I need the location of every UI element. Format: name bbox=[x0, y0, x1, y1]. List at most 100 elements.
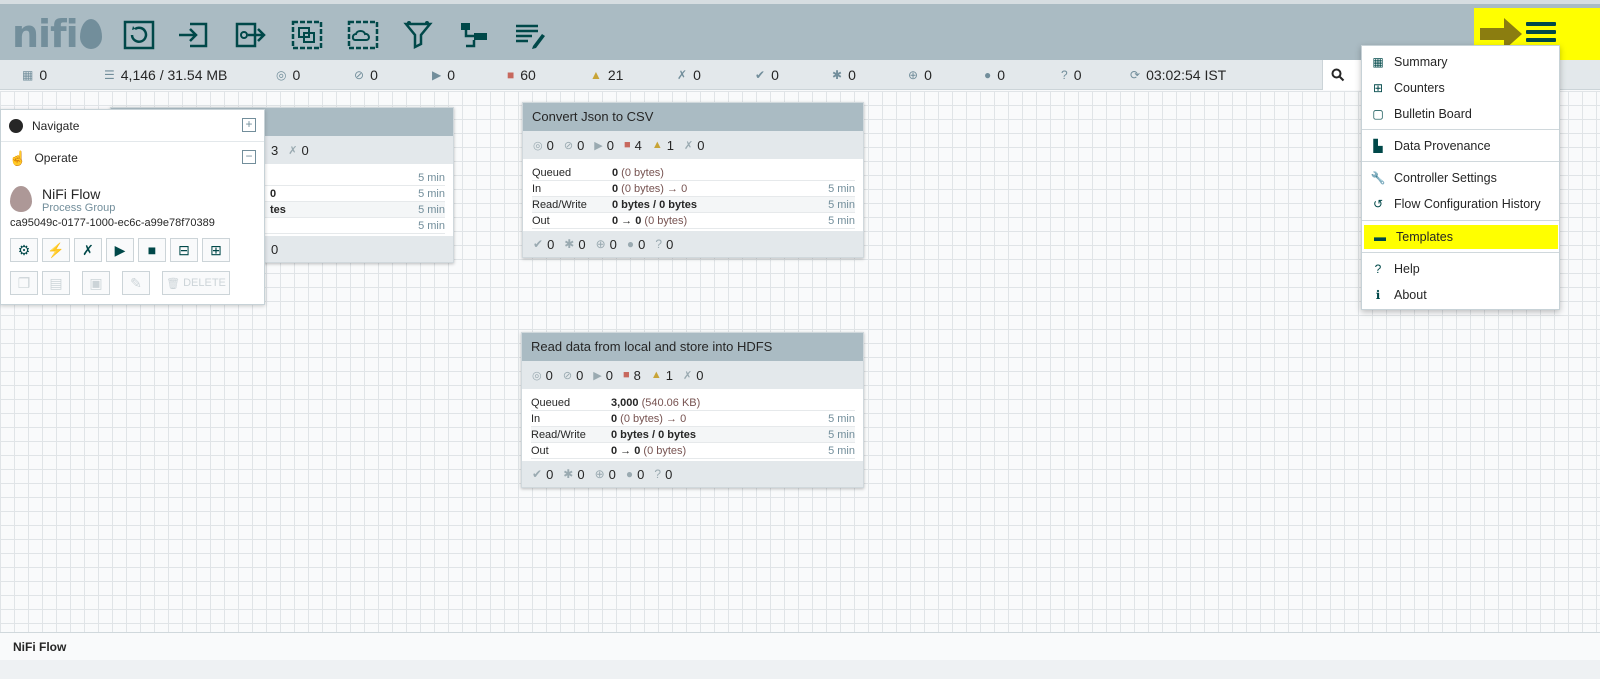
transmitting-icon: ◎ bbox=[533, 139, 543, 152]
menu-separator bbox=[1362, 252, 1559, 253]
output-port-icon[interactable] bbox=[232, 18, 268, 52]
stop-button[interactable]: ■ bbox=[138, 238, 166, 262]
stat-time: 5 min bbox=[418, 219, 445, 232]
stat-value: 0 → 0 bbox=[612, 214, 642, 227]
input-port-icon[interactable] bbox=[175, 18, 211, 52]
locally-modified-icon: ✱ bbox=[564, 237, 575, 251]
stat-label: Out bbox=[531, 444, 549, 457]
stopped-icon: ■ bbox=[624, 139, 631, 151]
process-group-icon[interactable] bbox=[289, 18, 325, 52]
expand-icon[interactable]: + bbox=[242, 118, 256, 132]
group-button[interactable]: ▣ bbox=[82, 271, 110, 295]
search-button[interactable] bbox=[1322, 60, 1362, 90]
configure-button[interactable]: ⚙ bbox=[10, 238, 38, 262]
menu-item-templates[interactable]: ▬ Templates bbox=[1364, 225, 1558, 249]
locally-modified-count: 0 bbox=[577, 466, 585, 482]
stopped-icon: ■ bbox=[507, 68, 515, 82]
disable-button[interactable]: ✗ bbox=[74, 238, 102, 262]
provenance-icon: ▙ bbox=[1373, 139, 1383, 153]
top-header: nifi bbox=[0, 0, 1600, 60]
up-to-date-count: 0 bbox=[546, 466, 554, 482]
stat-label: In bbox=[532, 182, 542, 195]
menu-item-about[interactable]: ℹ About bbox=[1362, 283, 1559, 307]
refresh-icon[interactable]: ⟳ bbox=[1130, 68, 1140, 82]
template-icon[interactable] bbox=[456, 18, 492, 52]
stat-time: 5 min bbox=[418, 203, 445, 216]
invalid-count: 1 bbox=[665, 367, 674, 383]
locally-modified-count: 0 bbox=[578, 236, 586, 252]
stat-time: 5 min bbox=[418, 187, 445, 200]
queued-icon: ☰ bbox=[104, 68, 115, 82]
unknown-icon: ? bbox=[1061, 68, 1068, 82]
delete-button[interactable]: 🗑 DELETE bbox=[162, 271, 230, 295]
sync-failure-icon: ● bbox=[626, 237, 635, 251]
process-group-footer: ✔ 0 ✱ 0 ⊕ 0 ● 0 ? 0 bbox=[522, 461, 863, 487]
sync-failure-count: 0 bbox=[637, 466, 645, 482]
not-transmitting-icon: ⊘ bbox=[563, 139, 574, 152]
start-button[interactable]: ▶ bbox=[106, 238, 134, 262]
menu-item-counters[interactable]: ⊞ Counters bbox=[1362, 76, 1559, 100]
sync-failure-count: 0 bbox=[638, 236, 646, 252]
menu-item-data-provenance[interactable]: ▙ Data Provenance bbox=[1362, 134, 1559, 158]
transmitting-icon: ◎ bbox=[532, 369, 542, 382]
invalid-count: 3 bbox=[271, 142, 279, 158]
locally-modified-count: 0 bbox=[848, 67, 856, 83]
operate-section-header[interactable]: ☝ Operate − bbox=[1, 142, 264, 174]
running-count: 0 bbox=[605, 367, 613, 383]
paste-button[interactable]: ▤ bbox=[42, 271, 70, 295]
menu-item-flow-configuration-history[interactable]: ↺ Flow Configuration History bbox=[1362, 192, 1559, 216]
locally-modified-icon: ✱ bbox=[563, 467, 574, 481]
menu-item-help[interactable]: ? Help bbox=[1362, 257, 1559, 281]
sync-failure-count: 0 bbox=[997, 67, 1006, 83]
funnel-icon[interactable] bbox=[400, 18, 436, 52]
running-icon: ▶ bbox=[593, 369, 602, 382]
unknown-icon: ? bbox=[655, 237, 663, 251]
stat-time: 5 min bbox=[828, 428, 855, 441]
stat-time: 5 min bbox=[828, 198, 855, 211]
remote-process-group-icon[interactable] bbox=[345, 18, 381, 52]
running-icon: ▶ bbox=[432, 68, 442, 82]
menu-item-label: About bbox=[1394, 288, 1427, 302]
stat-label: Read/Write bbox=[531, 428, 586, 441]
upload-template-button[interactable]: ⊞ bbox=[202, 238, 230, 262]
collapse-icon[interactable]: − bbox=[242, 150, 256, 164]
stat-label: Queued bbox=[532, 166, 572, 179]
stat-time: 5 min bbox=[828, 412, 855, 425]
disabled-count: 0 bbox=[301, 142, 309, 158]
menu-item-label: Counters bbox=[1394, 81, 1445, 95]
label-icon[interactable] bbox=[512, 18, 548, 52]
selected-component: NiFi Flow Process Group bbox=[1, 174, 264, 214]
up-to-date-count: 0 bbox=[771, 67, 779, 83]
stat-value: 0 bytes / 0 bytes bbox=[612, 198, 697, 211]
color-button[interactable]: ✎ bbox=[122, 271, 150, 295]
menu-item-label: Flow Configuration History bbox=[1394, 197, 1541, 211]
stat-label: Queued bbox=[531, 396, 571, 409]
running-count: 0 bbox=[606, 137, 614, 153]
invalid-icon: ▲ bbox=[590, 68, 602, 82]
process-group-convert-json-to-csv[interactable]: Convert Json to CSV ◎ 0 ⊘ 0 ▶ 0 ■ 4 ▲ 1 ✗ 0 Qu… bbox=[522, 102, 864, 258]
stat-time: 5 min bbox=[828, 182, 855, 195]
copy-button[interactable]: ❐ bbox=[10, 271, 38, 295]
stat-value: 0 → 0 bbox=[611, 444, 641, 457]
process-group-read-data-to-hdfs[interactable]: Read data from local and store into HDFS… bbox=[521, 332, 864, 488]
menu-item-label: Controller Settings bbox=[1394, 171, 1497, 185]
not-transmitting-count: 0 bbox=[576, 367, 584, 383]
delete-label: DELETE bbox=[183, 277, 226, 289]
stale-icon: ⊕ bbox=[595, 237, 606, 251]
create-template-button[interactable]: ⊟ bbox=[170, 238, 198, 262]
sync-failure-icon: ● bbox=[984, 68, 992, 82]
processor-icon[interactable] bbox=[121, 18, 157, 52]
navigate-section-header[interactable]: Navigate + bbox=[1, 110, 264, 142]
invalid-icon: ▲ bbox=[650, 369, 662, 381]
footer-count: 0 bbox=[271, 241, 279, 257]
breadcrumb-item-nifi-flow[interactable]: NiFi Flow bbox=[13, 640, 66, 654]
stat-label: Out bbox=[532, 214, 550, 227]
enable-button[interactable]: ⚡ bbox=[42, 238, 70, 262]
stat-value-detail: (0 bytes) → 0 bbox=[617, 412, 687, 425]
menu-item-summary[interactable]: ▦ Summary bbox=[1362, 50, 1559, 74]
invalid-count: 21 bbox=[607, 67, 624, 83]
menu-item-bulletin-board[interactable]: ▢ Bulletin Board bbox=[1362, 102, 1559, 126]
selected-name: NiFi Flow bbox=[42, 186, 101, 202]
menu-item-controller-settings[interactable]: 🔧 Controller Settings bbox=[1362, 166, 1559, 190]
template-icon: ▬ bbox=[1374, 230, 1386, 244]
